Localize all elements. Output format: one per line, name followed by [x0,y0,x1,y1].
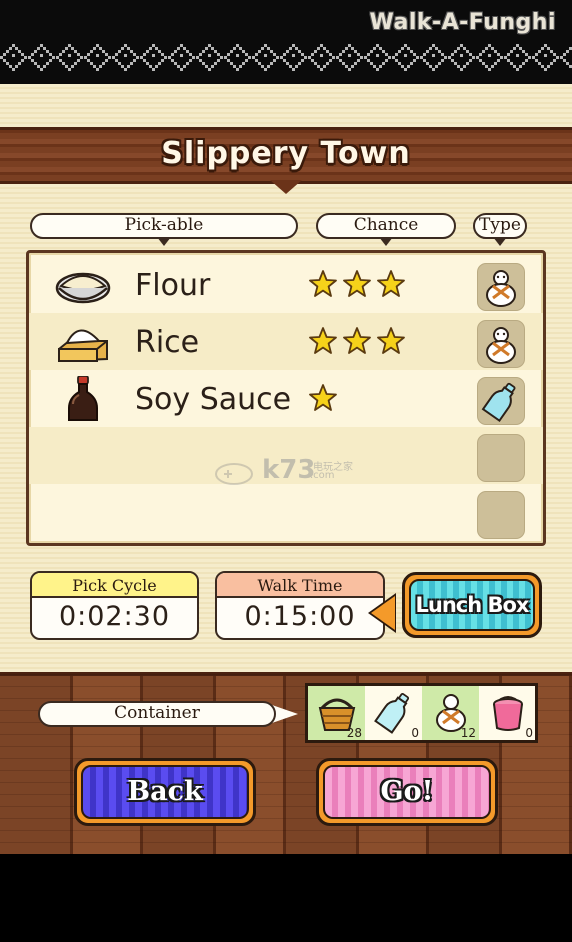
title-bar-notch [270,180,302,194]
type-slot [477,320,525,368]
type-slot [477,263,525,311]
container-slot-sack[interactable]: 12 [422,686,479,740]
bottom-black-area [0,854,572,942]
bucket-icon [493,696,523,731]
chance-stars [309,327,406,357]
pick-cycle-value: 0:02:30 [58,601,171,632]
lunch-box-label: Lunch Box [409,579,535,631]
container-slot-bucket[interactable]: 0 [479,686,535,740]
item-name: Rice [135,325,200,360]
back-button-label: Back [81,765,249,819]
location-title: Slippery Town [161,136,411,171]
sack-icon [486,327,516,364]
flour-bowl-icon [55,272,111,304]
pick-cycle-label: Pick Cycle [32,573,197,598]
item-row[interactable]: Rice [29,313,543,370]
star-icon [377,327,406,354]
star-icon [309,384,337,411]
type-slot [477,377,525,425]
watermark-text: k73 [262,455,316,485]
type-header-notch [493,237,507,246]
container-slot-basket[interactable]: 28 [308,686,365,740]
walk-time-box: Walk Time 0:15:00 [215,571,385,640]
container-slot-bottle[interactable]: 0 [365,686,422,740]
star-icon [377,270,406,297]
back-button[interactable]: Back [74,758,256,826]
item-row-empty [29,484,543,541]
chance-stars [309,270,406,300]
star-icon [343,327,371,354]
pickable-header: Pick-able [30,213,298,239]
type-slot-empty [477,434,525,482]
soy-sauce-bottle-icon [68,376,98,421]
star-icon [309,327,337,354]
pickable-items-table: Flour Rice Soy Sauce [26,250,546,546]
game-title: Walk-A-Funghi [369,10,556,35]
watermark-domain: .com [310,470,335,481]
container-inventory: 28 0 12 0 [305,683,538,743]
bottle-icon [481,382,516,423]
type-slot-empty [477,491,525,539]
container-label: Container [38,701,276,727]
item-row[interactable]: Soy Sauce [29,370,543,427]
chance-header-notch [379,237,393,246]
item-name: Soy Sauce [135,382,292,417]
pick-cycle-box: Pick Cycle 0:02:30 [30,571,199,640]
star-icon [309,270,337,297]
type-header: Type [473,213,527,239]
go-button[interactable]: Go! [316,758,498,826]
lunch-box-arrow-icon [371,596,395,630]
chance-stars [309,384,338,414]
chance-header: Chance [316,213,456,239]
pickable-header-notch [157,237,171,246]
container-count: 28 [346,726,362,740]
lunch-box-button[interactable]: Lunch Box [402,572,542,638]
star-icon [343,270,371,297]
diamond-pattern-strip [0,42,572,80]
container-count: 12 [460,726,476,740]
container-count: 0 [525,726,533,740]
bottle-icon [374,693,410,734]
rice-box-icon [58,329,108,363]
sack-icon [486,270,516,307]
item-row[interactable]: Flour [29,256,543,313]
go-button-label: Go! [323,765,491,819]
container-count: 0 [411,726,419,740]
walk-time-value: 0:15:00 [244,601,356,632]
item-name: Flour [135,268,211,303]
walk-time-label: Walk Time [217,573,383,598]
